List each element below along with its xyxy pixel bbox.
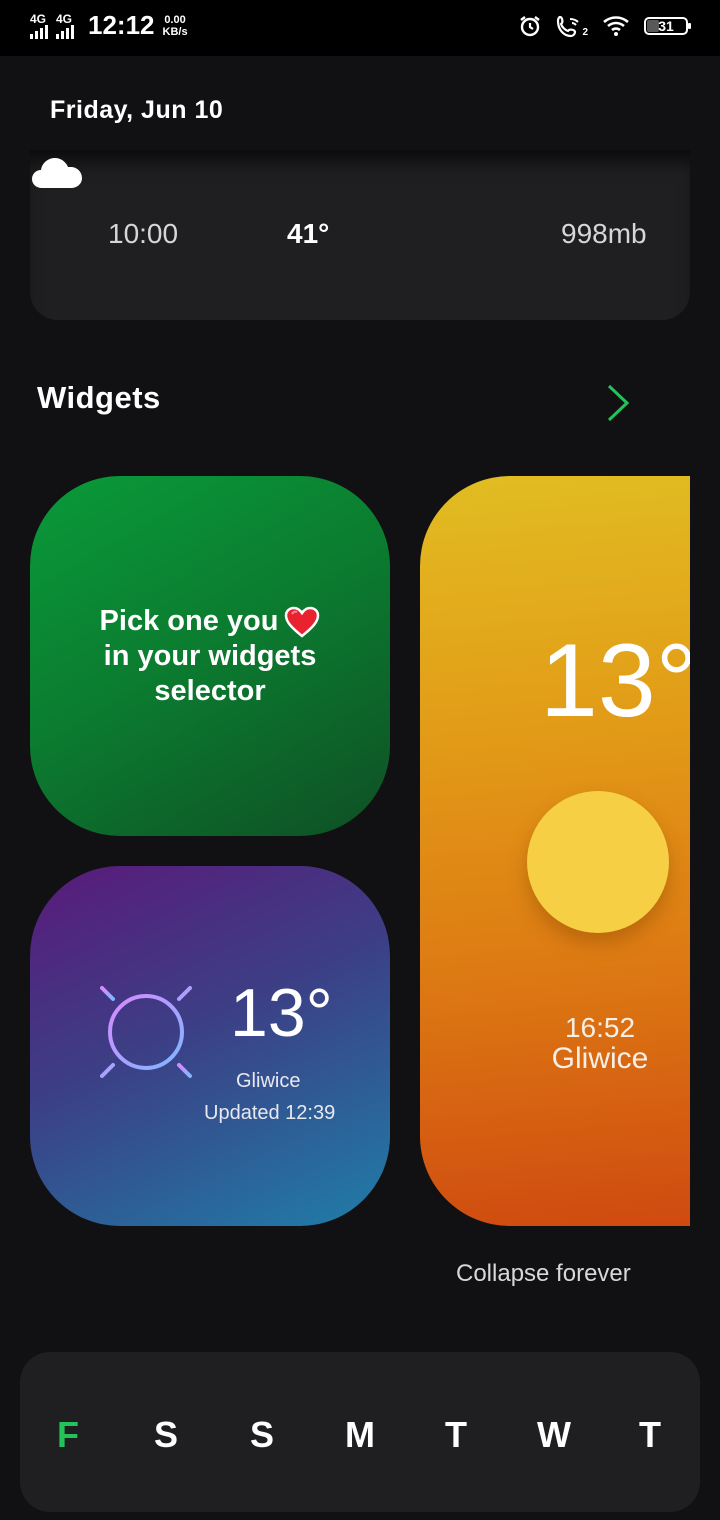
battery-icon: 31 bbox=[644, 17, 691, 35]
signal-2: 4G bbox=[56, 13, 74, 39]
wifi-call-icon bbox=[557, 15, 580, 38]
day-selector: F S S M T W T bbox=[20, 1352, 700, 1512]
day-item[interactable]: M bbox=[340, 1414, 380, 1456]
heart-icon bbox=[285, 606, 320, 638]
widget-temperature: 13° bbox=[230, 975, 333, 1051]
status-left: 4G 4G 12:12 0.00 KB/s bbox=[30, 10, 188, 41]
status-time: 12:12 bbox=[88, 10, 155, 40]
widget-city: Gliwice bbox=[551, 1042, 649, 1075]
day-item[interactable]: W bbox=[534, 1414, 574, 1456]
widget-picker-line-3: selector bbox=[154, 674, 266, 707]
network-speed: 0.00 KB/s bbox=[163, 14, 188, 38]
weather-widget-tall[interactable]: 13° 16:52 Gliwice bbox=[420, 476, 690, 1226]
collapse-forever-link[interactable]: Collapse forever bbox=[456, 1260, 631, 1288]
widget-picker-card[interactable]: Pick one you in your widgets selector bbox=[30, 476, 390, 836]
speed-unit: KB/s bbox=[162, 25, 188, 38]
battery-level: 31 bbox=[658, 18, 674, 34]
status-right: 2 31 bbox=[518, 14, 691, 38]
speed-value: 0.00 bbox=[164, 13, 186, 26]
widget-picker-text: Pick one you in your widgets selector bbox=[60, 604, 360, 709]
signal-bars-icon bbox=[30, 24, 48, 39]
signal-bars-icon bbox=[56, 24, 74, 39]
call-sim-number: 2 bbox=[582, 27, 588, 38]
forecast-time: 10:00 bbox=[108, 218, 179, 249]
day-item[interactable]: T bbox=[436, 1414, 476, 1456]
status-bar: 4G 4G 12:12 0.00 KB/s 2 31 bbox=[0, 0, 720, 56]
cloud-icon bbox=[32, 158, 82, 188]
signal-1: 4G bbox=[30, 13, 48, 39]
widget-time: 16:52 bbox=[564, 1012, 636, 1043]
widget-updated-time: Updated 12:39 bbox=[204, 1102, 336, 1124]
widget-picker-line-2: in your widgets bbox=[103, 639, 317, 672]
forecast-temperature: 41° bbox=[287, 218, 330, 249]
alarm-icon bbox=[520, 16, 541, 37]
day-item[interactable]: F bbox=[48, 1414, 88, 1456]
day-item[interactable]: T bbox=[630, 1414, 670, 1456]
widget-picker-line-1: Pick one you bbox=[60, 604, 360, 639]
sun-icon bbox=[82, 968, 210, 1096]
forecast-pressure: 998mb bbox=[561, 218, 647, 249]
wifi-call: 2 bbox=[556, 14, 588, 38]
wifi-icon bbox=[603, 16, 629, 36]
sun-circle-icon bbox=[527, 791, 669, 933]
day-item[interactable]: S bbox=[146, 1414, 186, 1456]
chevron-right-icon[interactable] bbox=[603, 382, 633, 424]
hourly-weather-card[interactable]: 10:00 41° 998mb bbox=[30, 150, 690, 320]
weather-widget-small[interactable]: 13° Gliwice Updated 12:39 bbox=[30, 866, 390, 1226]
page-title: Friday, Jun 10 bbox=[50, 96, 224, 124]
widget-city: Gliwice bbox=[236, 1070, 301, 1092]
widgets-title: Widgets bbox=[37, 380, 161, 415]
network-type-2: 4G bbox=[56, 11, 73, 26]
widget-temperature: 13° bbox=[540, 623, 690, 739]
day-item[interactable]: S bbox=[242, 1414, 282, 1456]
network-type-1: 4G bbox=[30, 11, 47, 26]
